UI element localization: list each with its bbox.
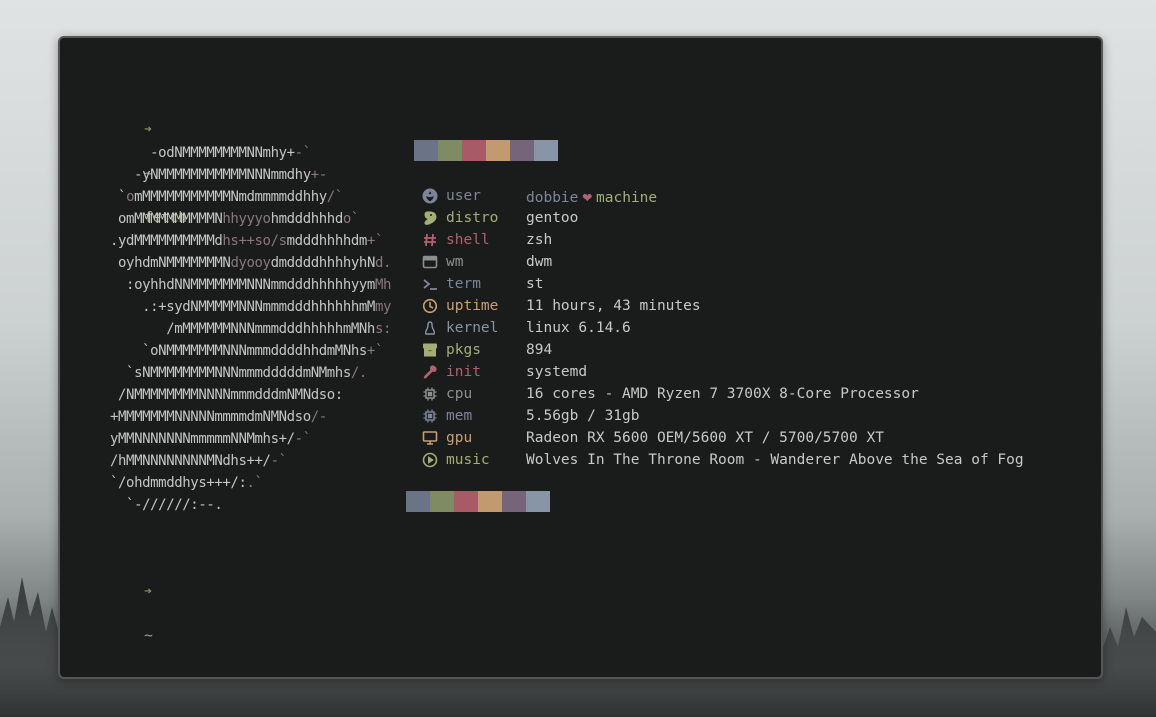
info-row-user: user dobbie ❤ machine bbox=[420, 185, 1024, 207]
info-key: term bbox=[446, 276, 481, 292]
info-row-term: term st bbox=[420, 273, 1024, 295]
gentoo-icon bbox=[420, 207, 440, 229]
wrench-icon bbox=[420, 361, 440, 383]
info-row-init: init systemd bbox=[420, 361, 1024, 383]
ascii-row: omMMMMMMMMMMNhhyyyohmdddhhhdo` bbox=[110, 211, 359, 227]
ascii-row: .ydMMMMMMMMMMdhs++so/smdddhhhhdm+` bbox=[110, 233, 383, 249]
info-value: Radeon RX 5600 OEM/5600 XT / 5700/5700 X… bbox=[526, 430, 884, 446]
color-swatch bbox=[454, 491, 478, 512]
ascii-row: /hMMNNNNNNNNMNdhs++/-` bbox=[110, 453, 287, 469]
info-row-shell: shell zsh bbox=[420, 229, 1024, 251]
ascii-row: +MMMMMMMNNNNNmmmmdmNMNdso/- bbox=[110, 409, 327, 425]
info-key: pkgs bbox=[446, 342, 481, 358]
info-key: gpu bbox=[446, 430, 473, 446]
heart-icon: ❤ bbox=[582, 186, 593, 206]
info-value: zsh bbox=[526, 232, 553, 248]
color-swatch bbox=[502, 491, 526, 512]
color-palette-top bbox=[414, 140, 558, 161]
prompt-arrow-icon: ➔ bbox=[144, 122, 152, 137]
info-row-mem: mem 5.56gb / 31gb bbox=[420, 405, 1024, 427]
info-key: wm bbox=[446, 254, 464, 270]
info-row-distro: distro gentoo bbox=[420, 207, 1024, 229]
color-swatch bbox=[486, 140, 510, 161]
ascii-row: /mMMMMMMNNNmmmdddhhhhhmMNhs: bbox=[110, 321, 392, 337]
info-key: init bbox=[446, 364, 481, 380]
color-swatch bbox=[478, 491, 502, 512]
info-row-kernel: kernel linux 6.14.6 bbox=[420, 317, 1024, 339]
ascii-row: `oNMMMMMMMNNNmmmddddhhdmMNhs+` bbox=[110, 343, 383, 359]
prompt-cwd: ~ bbox=[144, 628, 153, 644]
terminal-window[interactable]: ➔ ~ fetch -odNMMMMMMMMNNmhy+-` -yNMMMMMM… bbox=[58, 36, 1103, 679]
clock-icon bbox=[420, 295, 440, 317]
info-value: 5.56gb / 31gb bbox=[526, 408, 640, 424]
info-row-wm: wm dwm bbox=[420, 251, 1024, 273]
ascii-row: .:+sydNMMMMMNNNmmmdddhhhhhhmMmy bbox=[110, 299, 392, 315]
terminal-icon bbox=[420, 273, 440, 295]
prompt-line-2[interactable]: ➔ ~ bbox=[110, 558, 161, 669]
color-swatch bbox=[510, 140, 534, 161]
color-swatch bbox=[406, 491, 430, 512]
info-key: user bbox=[446, 188, 481, 204]
window-icon bbox=[420, 251, 440, 273]
info-row-cpu: cpu 16 cores - AMD Ryzen 7 3700X 8-Core P… bbox=[420, 383, 1024, 405]
play-icon bbox=[420, 449, 440, 471]
info-value: systemd bbox=[526, 364, 588, 380]
info-row-gpu: gpu Radeon RX 5600 OEM/5600 XT / 5700/570… bbox=[420, 427, 1024, 449]
linux-icon bbox=[420, 317, 440, 339]
ascii-row: `/ohdmmddhys+++/:.` bbox=[110, 475, 263, 491]
ascii-row: `-//////:--. bbox=[110, 497, 223, 513]
monitor-icon bbox=[420, 427, 440, 449]
ascii-row: `omMMMMMMMMMMMNmdmmmmddhhy/` bbox=[110, 189, 343, 205]
color-swatch bbox=[534, 140, 558, 161]
info-row-pkgs: pkgs 894 bbox=[420, 339, 1024, 361]
hostname: machine bbox=[596, 189, 658, 206]
hash-icon bbox=[420, 229, 440, 251]
gentoo-ascii-logo: -odNMMMMMMMMNNmhy+-` -yNMMMMMMMMMMMNNNmm… bbox=[110, 142, 391, 516]
info-key: kernel bbox=[446, 320, 499, 336]
username: dobbie bbox=[526, 189, 579, 206]
color-swatch bbox=[430, 491, 454, 512]
info-value: linux 6.14.6 bbox=[526, 320, 631, 336]
prompt-arrow-icon: ➔ bbox=[144, 584, 152, 599]
ascii-row: -odNMMMMMMMMNNmhy+-` bbox=[110, 145, 311, 161]
chip-icon bbox=[420, 383, 440, 405]
color-swatch bbox=[414, 140, 438, 161]
info-key: music bbox=[446, 452, 490, 468]
info-key: shell bbox=[446, 232, 490, 248]
info-value: 894 bbox=[526, 342, 553, 358]
info-row-music: music Wolves In The Throne Room - Wandere… bbox=[420, 449, 1024, 471]
info-value: Wolves In The Throne Room - Wanderer Abo… bbox=[526, 452, 1024, 468]
info-key: mem bbox=[446, 408, 473, 424]
info-value: dobbie ❤ machine bbox=[526, 187, 657, 206]
color-swatch bbox=[438, 140, 462, 161]
rebel-icon bbox=[420, 185, 440, 207]
ascii-row: yMMNNNNNNNmmmmmNNMmhs+/-` bbox=[110, 431, 311, 447]
info-key: cpu bbox=[446, 386, 473, 402]
color-swatch bbox=[462, 140, 486, 161]
archive-icon bbox=[420, 339, 440, 361]
color-palette-bottom bbox=[406, 491, 550, 512]
ascii-row: oyhdmNMMMMMMMNdyooydmddddhhhhyhNd. bbox=[110, 255, 392, 271]
info-value: gentoo bbox=[526, 210, 579, 226]
info-value: st bbox=[526, 276, 544, 292]
info-row-uptime: uptime 11 hours, 43 minutes bbox=[420, 295, 1024, 317]
info-value: 16 cores - AMD Ryzen 7 3700X 8-Core Proc… bbox=[526, 386, 919, 402]
info-key: uptime bbox=[446, 298, 499, 314]
ascii-row: /NMMMMMMMMNNNNmmmdddmNMNdso: bbox=[110, 387, 343, 403]
info-value: 11 hours, 43 minutes bbox=[526, 298, 701, 314]
system-info-list: user dobbie ❤ machine distro gentoo shell zsh wm… bbox=[420, 185, 1024, 471]
info-key: distro bbox=[446, 210, 499, 226]
ascii-row: :oyhhdNNMMMMMMMNNNmmdddhhhhhyymMh bbox=[110, 277, 392, 293]
chip-icon bbox=[420, 405, 440, 427]
ascii-row: `sNMMMMMMMMNNNmmmdddddmNMmhs/. bbox=[110, 365, 367, 381]
ascii-row: -yNMMMMMMMMMMMNNNmmdhy+- bbox=[110, 167, 327, 183]
info-value: dwm bbox=[526, 254, 553, 270]
color-swatch bbox=[526, 491, 550, 512]
